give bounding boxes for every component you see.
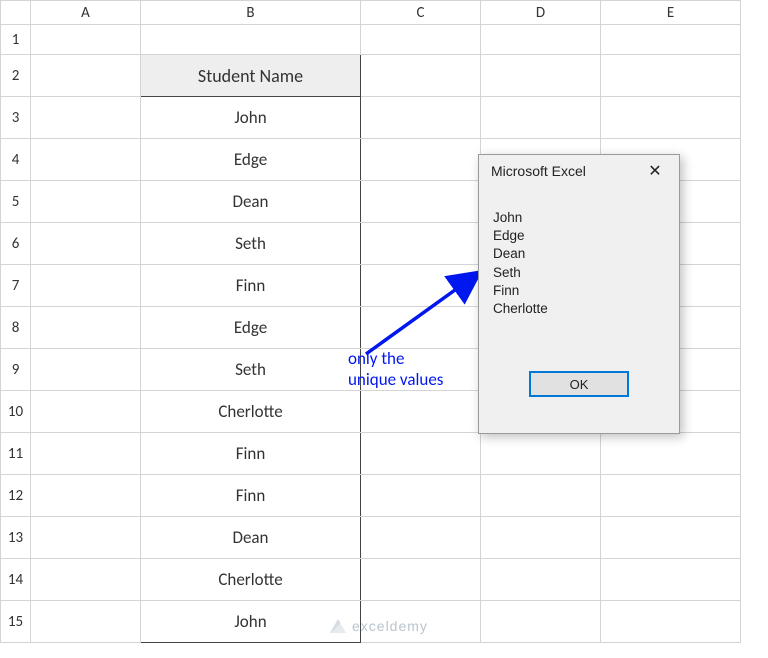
cell-A14[interactable] bbox=[31, 559, 141, 601]
dialog-line: Edge bbox=[493, 227, 665, 245]
cell-A1[interactable] bbox=[31, 25, 141, 55]
watermark-icon bbox=[330, 619, 346, 633]
cell-B12[interactable]: Finn bbox=[141, 475, 361, 517]
row-header-10[interactable]: 10 bbox=[1, 391, 31, 433]
row-header-4[interactable]: 4 bbox=[1, 139, 31, 181]
cell-C4[interactable] bbox=[361, 139, 481, 181]
cell-B10[interactable]: Cherlotte bbox=[141, 391, 361, 433]
cell-D13[interactable] bbox=[481, 517, 601, 559]
row-header-6[interactable]: 6 bbox=[1, 223, 31, 265]
row-header-2[interactable]: 2 bbox=[1, 55, 31, 97]
col-header-E[interactable]: E bbox=[601, 1, 741, 25]
annotation-text: only the unique values bbox=[348, 348, 443, 391]
ok-button[interactable]: OK bbox=[529, 371, 629, 397]
cell-D12[interactable] bbox=[481, 475, 601, 517]
cell-B4[interactable]: Edge bbox=[141, 139, 361, 181]
cell-C8[interactable] bbox=[361, 307, 481, 349]
cell-A7[interactable] bbox=[31, 265, 141, 307]
close-icon[interactable]: ✕ bbox=[639, 161, 671, 181]
dialog-line: John bbox=[493, 209, 665, 227]
cell-E1[interactable] bbox=[601, 25, 741, 55]
row-header-3[interactable]: 3 bbox=[1, 97, 31, 139]
annotation-line2: unique values bbox=[348, 369, 443, 390]
cell-B11[interactable]: Finn bbox=[141, 433, 361, 475]
cell-C3[interactable] bbox=[361, 97, 481, 139]
select-all-corner[interactable] bbox=[1, 1, 31, 25]
cell-B1[interactable] bbox=[141, 25, 361, 55]
cell-B9[interactable]: Seth bbox=[141, 349, 361, 391]
cell-D1[interactable] bbox=[481, 25, 601, 55]
watermark-text: exceldemy bbox=[352, 618, 428, 634]
cell-E14[interactable] bbox=[601, 559, 741, 601]
cell-C13[interactable] bbox=[361, 517, 481, 559]
dialog-line: Seth bbox=[493, 264, 665, 282]
cell-A5[interactable] bbox=[31, 181, 141, 223]
cell-B7[interactable]: Finn bbox=[141, 265, 361, 307]
cell-B8[interactable]: Edge bbox=[141, 307, 361, 349]
row-header-9[interactable]: 9 bbox=[1, 349, 31, 391]
cell-B2-header[interactable]: Student Name bbox=[141, 55, 361, 97]
col-header-D[interactable]: D bbox=[481, 1, 601, 25]
row-header-1[interactable]: 1 bbox=[1, 25, 31, 55]
cell-A4[interactable] bbox=[31, 139, 141, 181]
cell-D11[interactable] bbox=[481, 433, 601, 475]
dialog-body: John Edge Dean Seth Finn Cherlotte bbox=[479, 185, 679, 365]
cell-E11[interactable] bbox=[601, 433, 741, 475]
cell-A6[interactable] bbox=[31, 223, 141, 265]
cell-B5[interactable]: Dean bbox=[141, 181, 361, 223]
cell-B15[interactable]: John bbox=[141, 601, 361, 643]
row-header-15[interactable]: 15 bbox=[1, 601, 31, 643]
dialog-title: Microsoft Excel bbox=[491, 163, 586, 179]
dialog-line: Finn bbox=[493, 282, 665, 300]
cell-A2[interactable] bbox=[31, 55, 141, 97]
cell-D3[interactable] bbox=[481, 97, 601, 139]
dialog-line: Cherlotte bbox=[493, 300, 665, 318]
row-header-11[interactable]: 11 bbox=[1, 433, 31, 475]
cell-C11[interactable] bbox=[361, 433, 481, 475]
cell-C1[interactable] bbox=[361, 25, 481, 55]
cell-E3[interactable] bbox=[601, 97, 741, 139]
row-header-13[interactable]: 13 bbox=[1, 517, 31, 559]
cell-A10[interactable] bbox=[31, 391, 141, 433]
cell-E2[interactable] bbox=[601, 55, 741, 97]
cell-B3[interactable]: John bbox=[141, 97, 361, 139]
row-header-14[interactable]: 14 bbox=[1, 559, 31, 601]
cell-A11[interactable] bbox=[31, 433, 141, 475]
row-header-5[interactable]: 5 bbox=[1, 181, 31, 223]
cell-C5[interactable] bbox=[361, 181, 481, 223]
cell-B13[interactable]: Dean bbox=[141, 517, 361, 559]
dialog-titlebar: Microsoft Excel ✕ bbox=[479, 155, 679, 185]
cell-A15[interactable] bbox=[31, 601, 141, 643]
col-header-C[interactable]: C bbox=[361, 1, 481, 25]
cell-A9[interactable] bbox=[31, 349, 141, 391]
cell-D2[interactable] bbox=[481, 55, 601, 97]
cell-C10[interactable] bbox=[361, 391, 481, 433]
cell-A3[interactable] bbox=[31, 97, 141, 139]
cell-B6[interactable]: Seth bbox=[141, 223, 361, 265]
cell-A13[interactable] bbox=[31, 517, 141, 559]
cell-B14[interactable]: Cherlotte bbox=[141, 559, 361, 601]
dialog-line: Dean bbox=[493, 245, 665, 263]
cell-E15[interactable] bbox=[601, 601, 741, 643]
cell-C14[interactable] bbox=[361, 559, 481, 601]
cell-A12[interactable] bbox=[31, 475, 141, 517]
cell-C7[interactable] bbox=[361, 265, 481, 307]
cell-E12[interactable] bbox=[601, 475, 741, 517]
watermark: exceldemy bbox=[330, 618, 428, 634]
cell-A8[interactable] bbox=[31, 307, 141, 349]
cell-D15[interactable] bbox=[481, 601, 601, 643]
cell-C6[interactable] bbox=[361, 223, 481, 265]
dialog-footer: OK bbox=[479, 365, 679, 409]
cell-D14[interactable] bbox=[481, 559, 601, 601]
cell-E13[interactable] bbox=[601, 517, 741, 559]
msgbox-dialog: Microsoft Excel ✕ John Edge Dean Seth Fi… bbox=[478, 154, 680, 434]
cell-C2[interactable] bbox=[361, 55, 481, 97]
row-header-8[interactable]: 8 bbox=[1, 307, 31, 349]
cell-C12[interactable] bbox=[361, 475, 481, 517]
col-header-B[interactable]: B bbox=[141, 1, 361, 25]
row-header-7[interactable]: 7 bbox=[1, 265, 31, 307]
row-header-12[interactable]: 12 bbox=[1, 475, 31, 517]
col-header-A[interactable]: A bbox=[31, 1, 141, 25]
annotation-line1: only the bbox=[348, 348, 404, 369]
